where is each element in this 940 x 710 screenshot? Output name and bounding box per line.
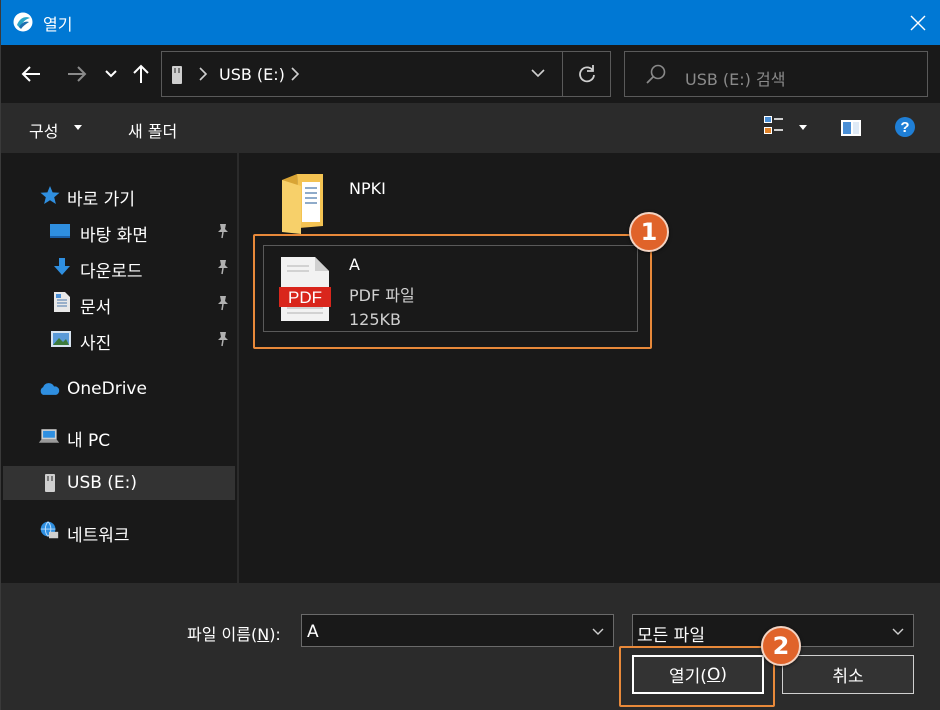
pdf-label: PDF: [288, 288, 322, 307]
file-size: 125KB: [349, 310, 402, 329]
app-icon: [13, 12, 33, 32]
organize-button[interactable]: 구성: [29, 118, 58, 142]
star-icon: [39, 184, 61, 206]
title-bar: 열기: [1, 0, 940, 45]
search-icon: [646, 64, 666, 84]
annotation-badge-2: 2: [761, 626, 801, 666]
pictures-icon: [50, 328, 72, 350]
usb-drive-icon: [172, 66, 182, 84]
search-placeholder: USB (E:) 검색: [685, 70, 786, 89]
sidebar-item-network[interactable]: 네트워크: [3, 514, 235, 548]
back-button[interactable]: [17, 61, 45, 87]
up-arrow-icon: [133, 64, 149, 83]
breadcrumb-usb[interactable]: USB (E:): [219, 65, 285, 84]
navigation-bar: USB (E:) USB (E:) 검색: [1, 45, 940, 103]
up-button[interactable]: [129, 61, 153, 87]
sidebar-item-label: 바로 가기: [67, 190, 135, 210]
sidebar-item-label: 사진: [80, 334, 112, 354]
chevron-right-icon: [199, 67, 208, 81]
back-arrow-icon: [21, 66, 40, 82]
chevron-right-icon[interactable]: [290, 66, 300, 82]
sidebar-item-usb-drive[interactable]: USB (E:): [3, 466, 235, 500]
file-item-npki-folder[interactable]: NPKI: [279, 165, 639, 235]
sidebar-item-this-pc[interactable]: 내 PC: [3, 419, 235, 453]
sidebar-item-label: 다운로드: [80, 262, 143, 282]
sidebar-item-label: USB (E:): [67, 473, 138, 493]
filename-input[interactable]: A: [301, 614, 614, 647]
pin-icon[interactable]: [216, 295, 230, 316]
window-title: 열기: [43, 15, 73, 34]
sidebar-item-label: OneDrive: [67, 379, 147, 399]
forward-button[interactable]: [63, 61, 91, 87]
cancel-button[interactable]: 취소: [782, 655, 914, 694]
address-history-chevron-icon[interactable]: [530, 67, 546, 79]
cloud-icon: [38, 378, 60, 400]
document-icon: [51, 291, 73, 313]
sidebar-item-desktop[interactable]: 바탕 화면: [3, 214, 235, 248]
open-file-dialog: 열기 USB (E:) USB (E:) 검색 구성 새 폴더 ? 바로 가기 …: [0, 0, 940, 710]
search-box[interactable]: USB (E:) 검색: [624, 51, 928, 97]
organize-caret-icon: [74, 125, 82, 130]
pin-icon[interactable]: [216, 223, 230, 244]
sidebar-item-label: 바탕 화면: [80, 226, 148, 246]
close-icon: [910, 15, 926, 30]
pdf-file-icon: PDF: [279, 257, 331, 321]
file-name: A: [349, 255, 360, 274]
sidebar-item-label: 문서: [80, 298, 112, 318]
refresh-icon[interactable]: [577, 64, 597, 84]
svg-text:?: ?: [900, 119, 909, 136]
network-icon: [38, 519, 60, 541]
address-divider: [562, 52, 563, 96]
chevron-down-icon: [105, 70, 117, 78]
recent-locations-button[interactable]: [101, 61, 121, 87]
sidebar-item-quick-access[interactable]: 바로 가기: [3, 178, 235, 212]
download-arrow-icon: [51, 256, 73, 278]
sidebar-item-documents[interactable]: 문서: [3, 286, 235, 320]
usb-drive-icon: [39, 472, 61, 494]
close-button[interactable]: [895, 0, 940, 45]
filename-label: 파일 이름(N):: [187, 625, 281, 644]
annotation-badge-1: 1: [629, 212, 669, 252]
change-view-icon[interactable]: [763, 115, 785, 139]
sidebar-item-pictures[interactable]: 사진: [3, 322, 235, 356]
file-type-value: 모든 파일: [637, 626, 705, 646]
preview-pane-icon[interactable]: [840, 119, 862, 137]
pin-icon[interactable]: [216, 259, 230, 280]
view-options-caret-icon[interactable]: [799, 125, 807, 130]
file-name: NPKI: [349, 179, 386, 198]
sidebar-item-label: 네트워크: [67, 526, 130, 546]
file-item-a-pdf[interactable]: PDF A PDF 파일 125KB: [263, 245, 638, 332]
chevron-down-icon: [892, 628, 904, 635]
address-bar[interactable]: USB (E:): [161, 51, 611, 97]
folder-icon: [282, 174, 323, 234]
sidebar-item-label: 내 PC: [67, 431, 111, 451]
sidebar-item-onedrive[interactable]: OneDrive: [3, 372, 235, 406]
forward-arrow-icon: [68, 66, 87, 82]
sidebar-item-downloads[interactable]: 다운로드: [3, 250, 235, 284]
filename-value: A: [307, 622, 319, 642]
pin-icon[interactable]: [216, 331, 230, 352]
desktop-icon: [49, 220, 71, 242]
command-toolbar: 구성 새 폴더 ?: [1, 103, 940, 153]
computer-icon: [38, 425, 60, 447]
open-button[interactable]: 열기(O): [632, 655, 764, 694]
new-folder-button[interactable]: 새 폴더: [128, 118, 177, 142]
file-type: PDF 파일: [349, 286, 415, 305]
chevron-down-icon[interactable]: [591, 627, 605, 637]
help-icon[interactable]: ?: [894, 116, 916, 138]
